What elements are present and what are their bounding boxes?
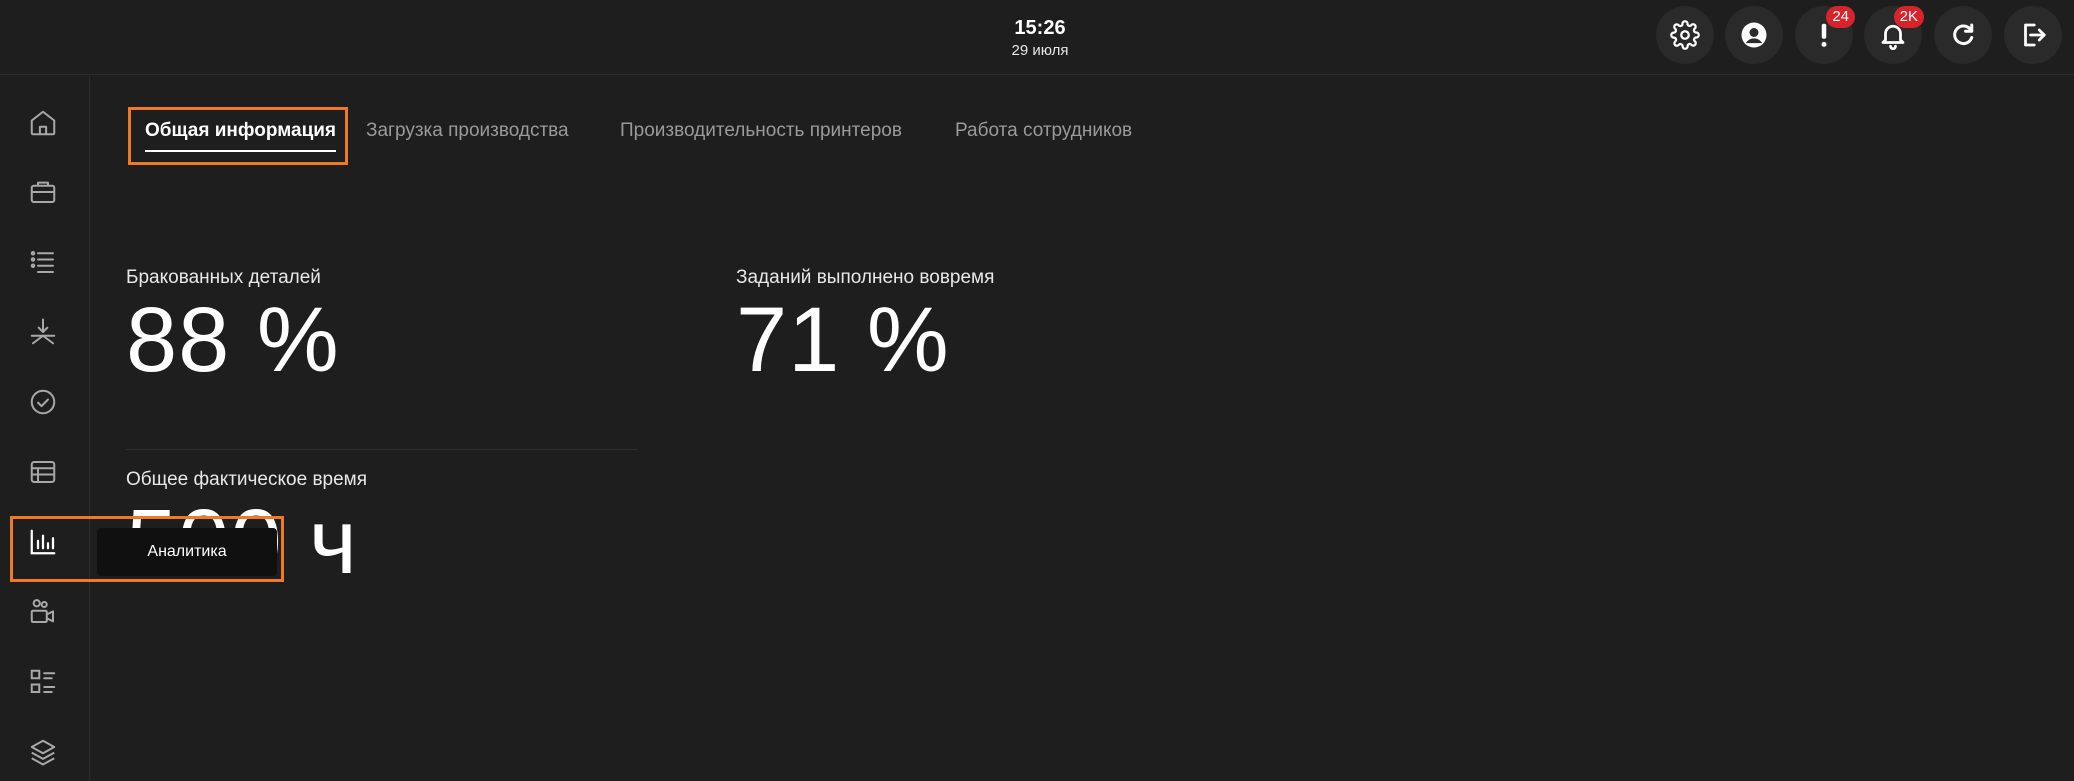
checklist-icon (30, 669, 56, 693)
tab-production-load[interactable]: Загрузка производства (366, 108, 569, 156)
sidebar-item-quality[interactable] (22, 381, 64, 423)
sidebar (0, 76, 90, 781)
settings-button[interactable] (1656, 6, 1714, 64)
logout-button[interactable] (2004, 6, 2062, 64)
sidebar-item-checklists[interactable] (22, 661, 64, 703)
sidebar-item-tasks[interactable] (22, 241, 64, 283)
clock: 15:26 29 июля (940, 16, 1140, 62)
sidebar-item-home[interactable] (22, 102, 64, 144)
sidebar-item-production[interactable] (22, 311, 64, 353)
profile-button[interactable] (1725, 6, 1783, 64)
notifications-badge: 2K (1893, 6, 1924, 28)
home-icon (30, 110, 56, 136)
stat-on-time: Заданий выполнено вовремя 71 % (736, 266, 994, 390)
notifications-button[interactable]: 2K (1864, 6, 1924, 64)
user-icon (1741, 22, 1767, 48)
stat-defective-value: 88 % (126, 289, 340, 391)
layers-icon (30, 739, 56, 766)
stat-on-time-value: 71 % (736, 289, 950, 391)
refresh-button[interactable] (1934, 6, 1992, 64)
stat-total-time-label: Общее фактическое время (126, 469, 368, 490)
check-circle-icon (30, 389, 56, 415)
sidebar-item-orders[interactable] (22, 171, 64, 213)
list-icon (30, 251, 54, 273)
stat-defective-label: Бракованных деталей (126, 267, 321, 288)
sidebar-highlight-frame (10, 516, 284, 582)
refresh-icon (1953, 23, 1974, 45)
sidebar-item-employees[interactable] (22, 591, 64, 633)
tab-highlight-frame (128, 107, 348, 165)
table-icon (30, 461, 56, 483)
logout-icon (2024, 23, 2046, 47)
gear-icon (1670, 20, 1700, 50)
alerts-badge: 24 (1826, 6, 1855, 28)
clock-time: 15:26 (1014, 17, 1066, 39)
merge-icon (30, 318, 56, 345)
top-bar: 15:26 29 июля 24 2K (0, 0, 2074, 75)
users-camera-icon (30, 599, 54, 623)
briefcase-icon (30, 181, 56, 203)
clock-date: 29 июля (1011, 42, 1069, 59)
sidebar-item-layers[interactable] (22, 731, 64, 773)
stat-defective: Бракованных деталей 88 % (126, 266, 340, 390)
tab-printer-performance[interactable]: Производительность принтеров (620, 108, 902, 156)
stats-divider (126, 449, 638, 450)
sidebar-item-tables[interactable] (22, 451, 64, 493)
alerts-button[interactable]: 24 (1795, 6, 1855, 64)
tab-employee-work[interactable]: Работа сотрудников (955, 108, 1132, 156)
stat-on-time-label: Заданий выполнено вовремя (736, 267, 995, 288)
